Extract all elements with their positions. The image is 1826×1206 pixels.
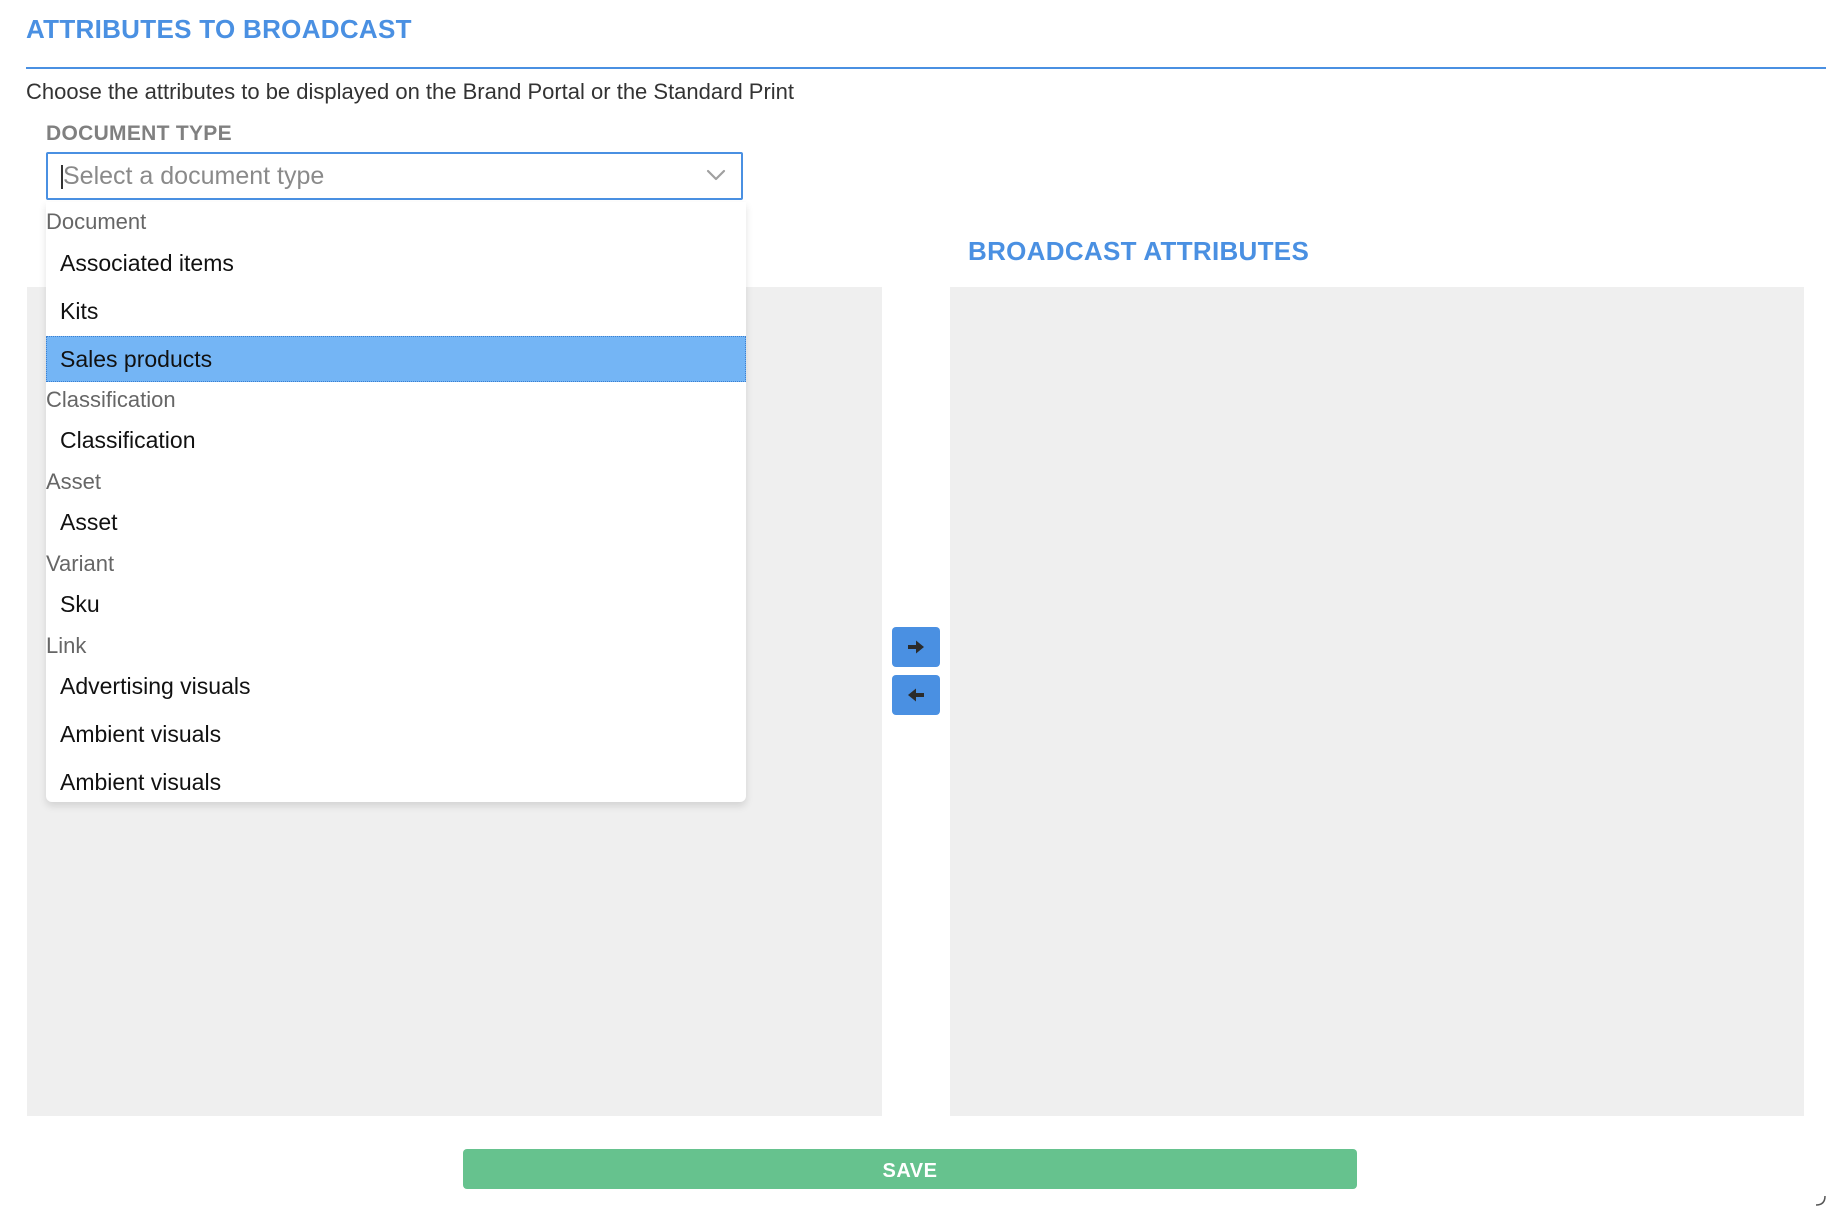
document-type-label: DOCUMENT TYPE <box>46 122 232 145</box>
chevron-down-icon[interactable] <box>705 164 727 186</box>
document-type-input[interactable] <box>63 158 683 194</box>
option-sales-products[interactable]: Sales products <box>46 336 746 382</box>
option-ambient-visuals-2[interactable]: Ambient visuals <box>46 759 746 802</box>
group-label-classification: Classification <box>46 387 176 412</box>
arrow-right-icon <box>908 640 924 654</box>
document-type-dropdown: Document Associated items Kits Sales pro… <box>46 202 746 802</box>
save-button[interactable]: SAVE <box>463 1149 1357 1189</box>
option-advertising-visuals[interactable]: Advertising visuals <box>46 663 746 709</box>
section-description: Choose the attributes to be displayed on… <box>26 79 795 104</box>
attributes-to-broadcast-page: ATTRIBUTES TO BROADCAST Choose the attri… <box>0 0 1826 1206</box>
group-label-variant: Variant <box>46 551 115 576</box>
group-label-link: Link <box>46 633 87 658</box>
broadcast-attributes-title: BROADCAST ATTRIBUTES <box>968 236 1310 266</box>
option-kits[interactable]: Kits <box>46 288 746 334</box>
section-divider <box>26 67 1826 69</box>
option-classification[interactable]: Classification <box>46 417 746 463</box>
option-associated-items[interactable]: Associated items <box>46 240 746 286</box>
broadcast-attributes-list[interactable] <box>950 287 1804 1116</box>
option-ambient-visuals[interactable]: Ambient visuals <box>46 711 746 757</box>
move-left-button[interactable] <box>892 675 940 715</box>
move-right-button[interactable] <box>892 627 940 667</box>
resize-grip-icon[interactable] <box>1812 1192 1826 1206</box>
option-asset[interactable]: Asset <box>46 499 746 545</box>
group-label-asset: Asset <box>46 469 102 494</box>
arrow-left-icon <box>908 688 924 702</box>
option-sku[interactable]: Sku <box>46 581 746 627</box>
document-type-select[interactable] <box>46 152 743 200</box>
group-label-document: Document <box>46 209 147 234</box>
section-title: ATTRIBUTES TO BROADCAST <box>26 14 412 44</box>
